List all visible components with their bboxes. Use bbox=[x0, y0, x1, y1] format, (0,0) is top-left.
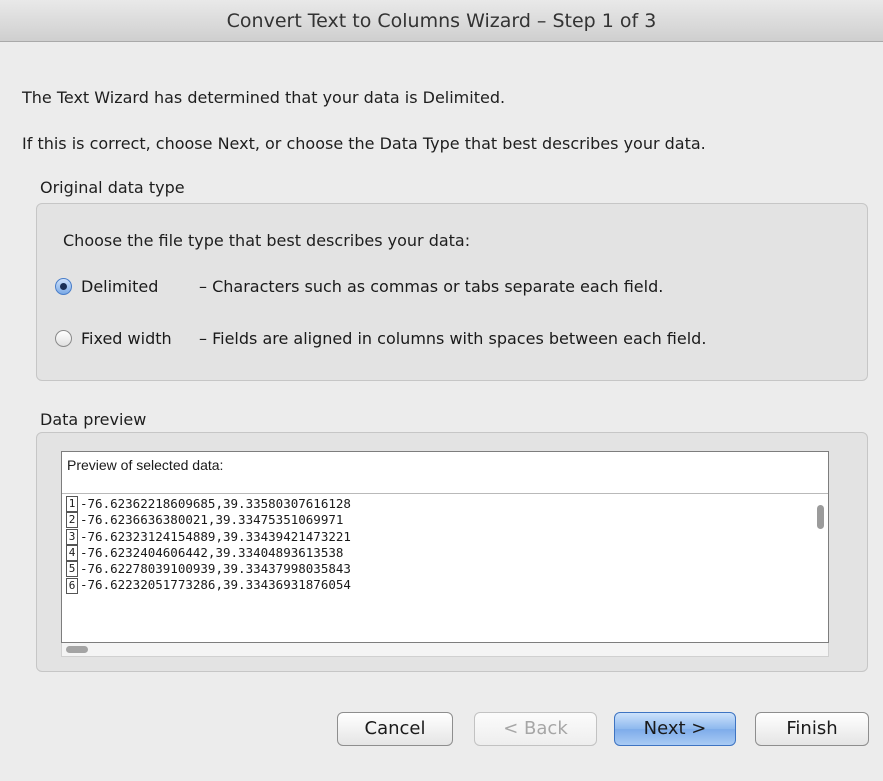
row-number: 5 bbox=[66, 561, 78, 578]
delimited-option[interactable]: Delimited – Characters such as commas or… bbox=[55, 277, 663, 296]
row-number: 1 bbox=[66, 496, 78, 513]
preview-row: 1 -76.62362218609685,39.33580307616128 bbox=[66, 496, 828, 513]
row-text: -76.62232051773286,39.33436931876054 bbox=[80, 577, 351, 593]
delimited-description: – Characters such as commas or tabs sepa… bbox=[199, 277, 664, 296]
row-number: 4 bbox=[66, 545, 78, 562]
file-type-prompt: Choose the file type that best describes… bbox=[63, 231, 471, 250]
horizontal-scroll-thumb[interactable] bbox=[66, 646, 88, 653]
original-data-type-group: Choose the file type that best describes… bbox=[36, 203, 868, 381]
delimited-radio[interactable] bbox=[55, 278, 72, 295]
back-button[interactable]: < Back bbox=[474, 712, 597, 746]
row-number: 2 bbox=[66, 512, 78, 529]
intro-text-instructions: If this is correct, choose Next, or choo… bbox=[22, 134, 706, 153]
preview-row: 6 -76.62232051773286,39.33436931876054 bbox=[66, 577, 828, 594]
window-title: Convert Text to Columns Wizard – Step 1 … bbox=[226, 10, 657, 32]
window-title-bar: Convert Text to Columns Wizard – Step 1 … bbox=[0, 0, 883, 42]
finish-button[interactable]: Finish bbox=[755, 712, 869, 746]
preview-header: Preview of selected data: bbox=[62, 452, 828, 494]
preview-row: 4 -76.6232404606442,39.33404893613538 bbox=[66, 544, 828, 562]
fixed-width-option[interactable]: Fixed width – Fields are aligned in colu… bbox=[55, 329, 706, 348]
delimited-label[interactable]: Delimited bbox=[81, 277, 199, 296]
next-button[interactable]: Next > bbox=[614, 712, 736, 746]
row-text: -76.6236636380021,39.33475351069971 bbox=[80, 512, 344, 528]
row-number: 3 bbox=[66, 528, 78, 545]
data-preview-label: Data preview bbox=[40, 410, 147, 429]
preview-rows: 1 -76.62362218609685,39.33580307616128 2-… bbox=[62, 494, 828, 594]
preview-vertical-scrollbar[interactable] bbox=[817, 505, 824, 529]
preview-horizontal-scrollbar[interactable] bbox=[61, 643, 829, 657]
cancel-button[interactable]: Cancel bbox=[337, 712, 453, 746]
fixed-width-description: – Fields are aligned in columns with spa… bbox=[199, 329, 707, 348]
data-preview-pane[interactable]: Preview of selected data: 1 -76.623622186… bbox=[61, 451, 829, 643]
row-number: 6 bbox=[66, 577, 78, 594]
original-data-type-label: Original data type bbox=[40, 178, 185, 197]
data-preview-group: Preview of selected data: 1 -76.623622186… bbox=[36, 432, 868, 672]
row-text: -76.6232404606442,39.33404893613538 bbox=[80, 544, 344, 560]
fixed-width-label[interactable]: Fixed width bbox=[81, 329, 199, 348]
preview-row: 3 -76.62323124154889,39.33439421473221 bbox=[66, 529, 828, 545]
fixed-width-radio[interactable] bbox=[55, 330, 72, 347]
intro-text-detected: The Text Wizard has determined that your… bbox=[22, 88, 506, 107]
radio-selected-dot bbox=[60, 283, 67, 290]
row-text: -76.62278039100939,39.33437998035843 bbox=[80, 561, 351, 577]
row-text: -76.62362218609685,39.33580307616128 bbox=[80, 496, 351, 511]
preview-row: 2 -76.6236636380021,39.33475351069971 bbox=[66, 512, 828, 529]
row-text: -76.62323124154889,39.33439421473221 bbox=[80, 528, 351, 544]
preview-row: 5 -76.62278039100939,39.33437998035843 bbox=[66, 561, 828, 578]
